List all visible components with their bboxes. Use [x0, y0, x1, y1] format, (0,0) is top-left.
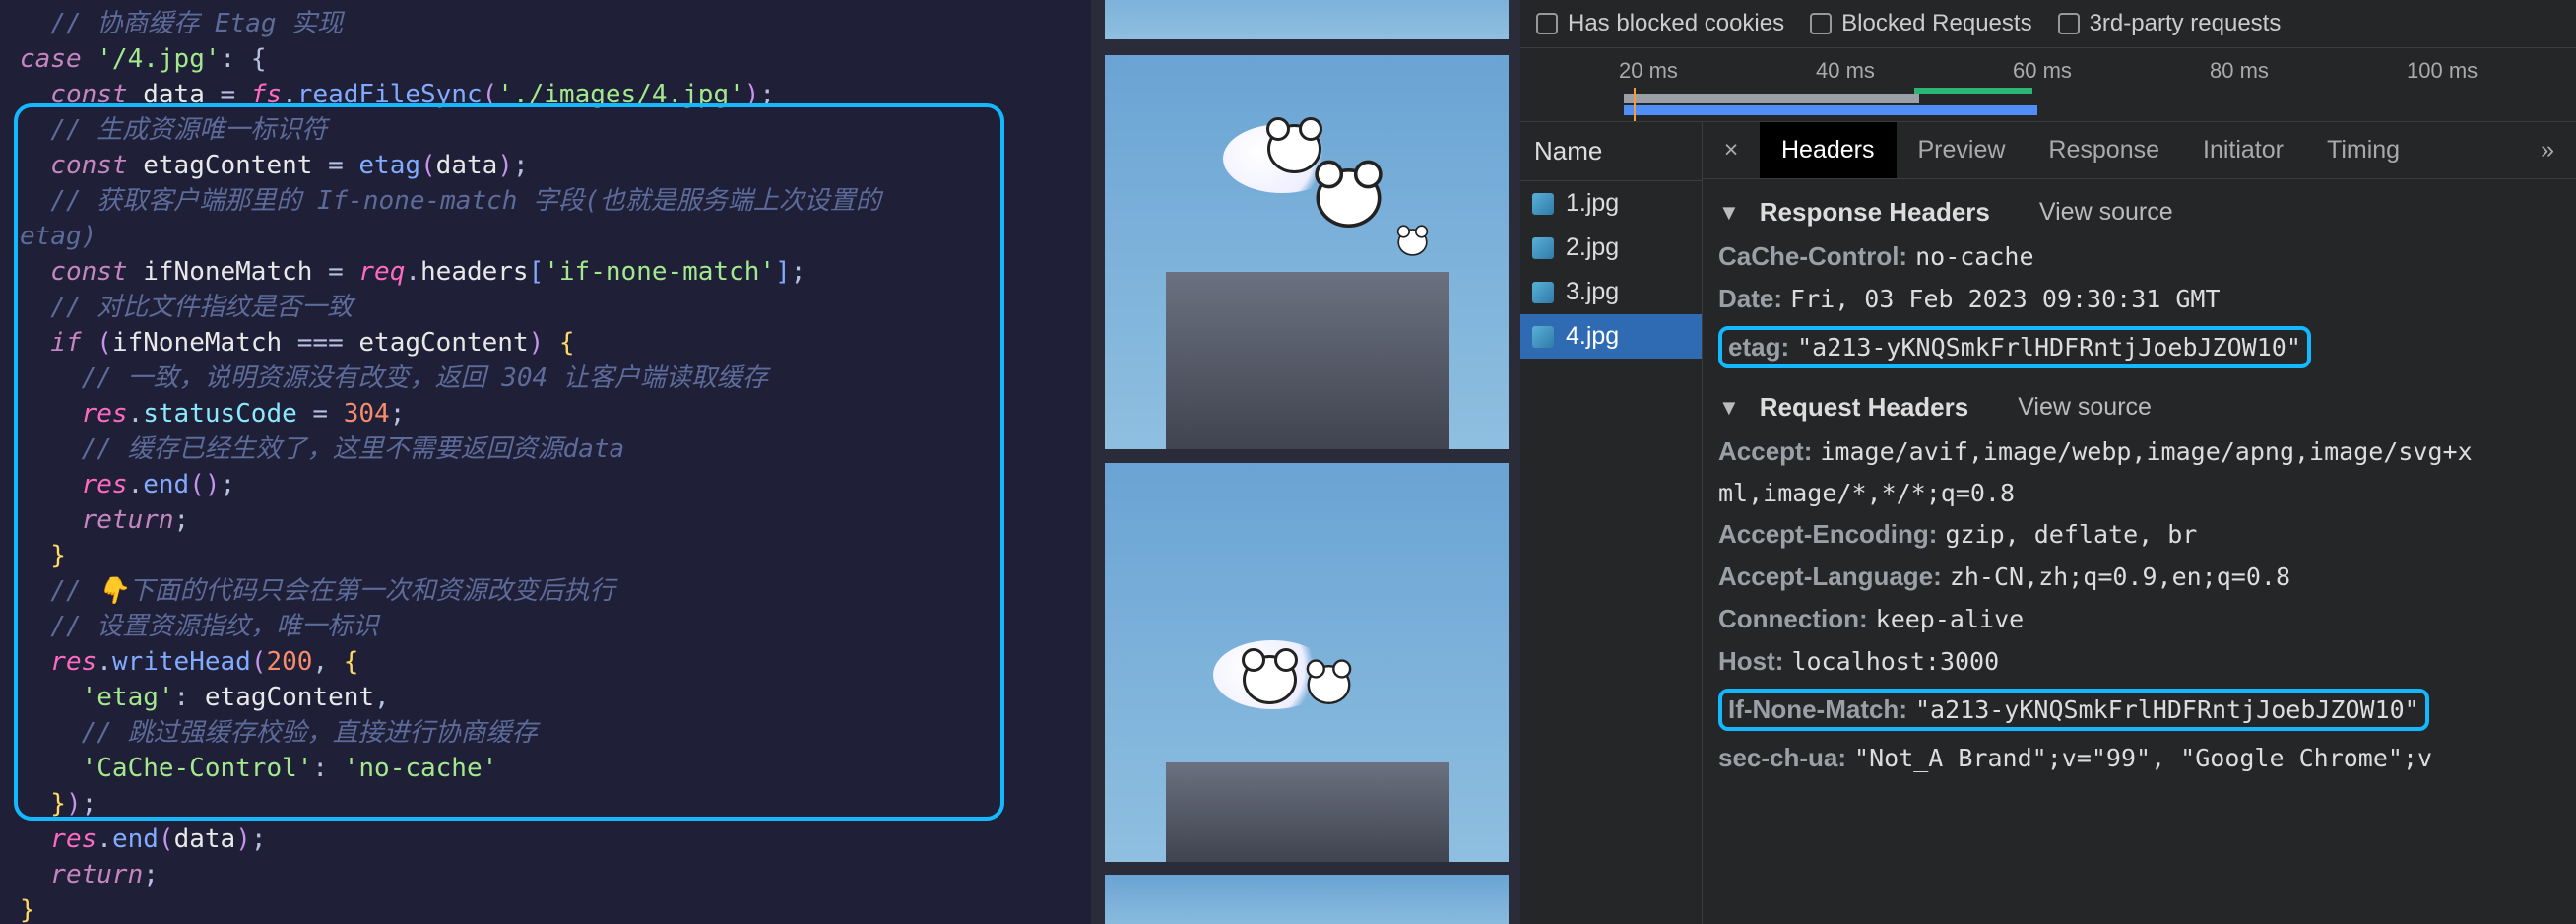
header-value: no-cache: [1915, 242, 2033, 271]
header-value: image/avif,image/webp,image/apng,image/s…: [1820, 437, 2472, 466]
view-source-link[interactable]: View source: [2039, 198, 2173, 227]
devtools-pane: Has blocked cookies Blocked Requests 3rd…: [1520, 0, 2576, 924]
header-value: "a213-yKNQSmkFrlHDFRntjJoebJZOW10": [1915, 695, 2419, 724]
preview-image-4: [1105, 875, 1509, 924]
header-value: gzip, deflate, br: [1945, 520, 2197, 549]
header-value: Fri, 03 Feb 2023 09:30:31 GMT: [1790, 285, 2221, 313]
tab-headers[interactable]: Headers: [1760, 122, 1897, 178]
if-none-match-highlight-box: If-None-Match: "a213-yKNQSmkFrlHDFRntjJo…: [1718, 689, 2429, 731]
tabs-overflow-icon[interactable]: »: [2519, 122, 2576, 178]
tab-timing[interactable]: Timing: [2305, 122, 2421, 178]
header-value: localhost:3000: [1791, 647, 1999, 676]
image-file-icon: [1532, 193, 1554, 215]
close-details-button[interactable]: ×: [1703, 136, 1760, 165]
request-row-3[interactable]: 3.jpg: [1520, 270, 1702, 314]
details-tabs: × Headers Preview Response Initiator Tim…: [1703, 122, 2576, 179]
timeline-bar: [1914, 88, 2032, 94]
request-list: Name 1.jpg 2.jpg 3.jpg 4.jpg: [1520, 122, 1703, 924]
header-value-cont: ml,image/*,*/*;q=0.8: [1718, 479, 2015, 507]
image-file-icon: [1532, 326, 1554, 348]
timeline-marker: [1634, 88, 1636, 121]
filter-third-party-requests[interactable]: 3rd-party requests: [2058, 10, 2282, 37]
header-key-host: Host:: [1718, 646, 1783, 677]
header-value: "a213-yKNQSmkFrlHDFRntjJoebJZOW10": [1797, 333, 2301, 362]
network-timeline[interactable]: 20 ms 40 ms 60 ms 80 ms 100 ms: [1520, 47, 2576, 122]
tab-response[interactable]: Response: [2027, 122, 2181, 178]
request-row-1[interactable]: 1.jpg: [1520, 181, 1702, 226]
checkbox-icon[interactable]: [1536, 13, 1558, 34]
response-headers-group[interactable]: ▼ Response Headers View source: [1718, 189, 2560, 235]
tab-initiator[interactable]: Initiator: [2181, 122, 2305, 178]
header-key-etag: etag:: [1728, 332, 1789, 363]
timeline-bar: [1624, 105, 2037, 115]
code-line-comment: // 协商缓存 Etag 实现: [20, 9, 343, 38]
code-block[interactable]: // 协商缓存 Etag 实现 case '/4.jpg': { const d…: [20, 6, 1091, 924]
filter-blocked-cookies[interactable]: Has blocked cookies: [1536, 10, 1784, 37]
checkbox-icon[interactable]: [2058, 13, 2080, 34]
header-key-accept-language: Accept-Language:: [1718, 561, 1942, 592]
etag-highlight-box: etag: "a213-yKNQSmkFrlHDFRntjJoebJZOW10": [1718, 326, 2311, 368]
timeline-tick: 100 ms: [2407, 58, 2478, 84]
request-list-header[interactable]: Name: [1520, 122, 1702, 181]
header-value: zh-CN,zh;q=0.9,en;q=0.8: [1950, 562, 2290, 591]
header-key-cache-control: CaChe-Control:: [1718, 241, 1907, 272]
network-filters: Has blocked cookies Blocked Requests 3rd…: [1520, 0, 2576, 47]
request-details: × Headers Preview Response Initiator Tim…: [1703, 122, 2576, 924]
header-key-sec-ch-ua: sec-ch-ua:: [1718, 743, 1846, 773]
timeline-tick: 80 ms: [2210, 58, 2269, 84]
request-row-2[interactable]: 2.jpg: [1520, 226, 1702, 270]
header-key-accept: Accept:: [1718, 436, 1812, 467]
header-key-accept-encoding: Accept-Encoding:: [1718, 519, 1937, 550]
timeline-bar: [1624, 94, 1919, 103]
header-key-connection: Connection:: [1718, 604, 1868, 634]
checkbox-icon[interactable]: [1810, 13, 1832, 34]
timeline-tick: 60 ms: [2013, 58, 2072, 84]
filter-blocked-requests[interactable]: Blocked Requests: [1810, 10, 2031, 37]
browser-preview-pane[interactable]: [1091, 0, 1520, 924]
header-value: "Not_A Brand";v="99", "Google Chrome";v: [1854, 744, 2432, 772]
disclosure-triangle-icon[interactable]: ▼: [1718, 395, 1740, 421]
timeline-tick: 20 ms: [1619, 58, 1678, 84]
image-file-icon: [1532, 237, 1554, 259]
header-value: keep-alive: [1876, 605, 2025, 633]
preview-image-3: [1105, 463, 1509, 862]
view-source-link[interactable]: View source: [2018, 393, 2152, 422]
request-row-4-selected[interactable]: 4.jpg: [1520, 314, 1702, 359]
tab-preview[interactable]: Preview: [1897, 122, 2028, 178]
timeline-tick: 40 ms: [1816, 58, 1875, 84]
disclosure-triangle-icon[interactable]: ▼: [1718, 200, 1740, 226]
preview-image-1: [1105, 0, 1509, 39]
header-key-date: Date:: [1718, 284, 1782, 314]
header-key-if-none-match: If-None-Match:: [1728, 694, 1907, 725]
request-headers-group[interactable]: ▼ Request Headers View source: [1718, 384, 2560, 430]
code-editor-pane[interactable]: // 协商缓存 Etag 实现 case '/4.jpg': { const d…: [0, 0, 1091, 924]
image-file-icon: [1532, 282, 1554, 303]
preview-image-2: [1105, 55, 1509, 449]
